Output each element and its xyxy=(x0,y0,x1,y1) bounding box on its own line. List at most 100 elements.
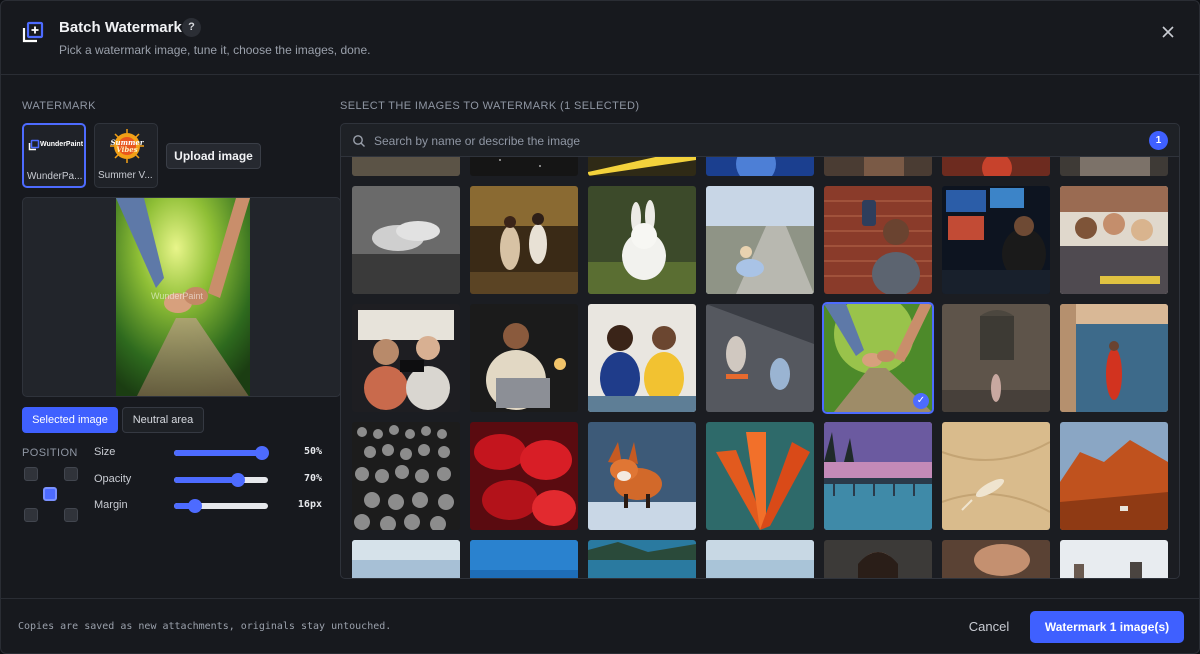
watermark-option-name: WunderPa... xyxy=(27,171,83,182)
image-tile-friends-on-bench[interactable] xyxy=(588,304,696,412)
image-tile-fox[interactable] xyxy=(588,422,696,530)
image-thumbnail xyxy=(942,304,1050,412)
image-tile-partial-bottom-7[interactable] xyxy=(1060,540,1168,578)
image-thumbnail xyxy=(588,304,696,412)
image-search-box: 1 xyxy=(340,123,1180,157)
upload-image-button[interactable]: Upload image xyxy=(166,143,261,169)
opacity-slider-thumb[interactable] xyxy=(231,473,245,487)
image-tile-pier-sunset[interactable] xyxy=(824,422,932,530)
image-thumbnail xyxy=(588,157,696,176)
image-tile-partial-bottom-2[interactable] xyxy=(470,540,578,578)
image-tile-skaters[interactable] xyxy=(706,304,814,412)
image-thumbnail xyxy=(1060,422,1168,530)
position-bottom-left[interactable] xyxy=(24,508,38,522)
dialog-subtitle: Pick a watermark image, tune it, choose … xyxy=(59,43,371,57)
image-thumbnail xyxy=(352,157,460,176)
cancel-button[interactable]: Cancel xyxy=(956,612,1022,642)
image-tile-partial-top-4[interactable] xyxy=(706,157,814,176)
image-tile-partial-bottom-3[interactable] xyxy=(588,540,696,578)
image-tile-man-at-computer[interactable] xyxy=(942,186,1050,294)
image-tile-orange-flower[interactable] xyxy=(706,422,814,530)
watermark-section-label: WATERMARK xyxy=(22,100,96,112)
close-icon[interactable] xyxy=(1159,23,1177,41)
image-tile-red-petals[interactable] xyxy=(470,422,578,530)
image-tile-dancing-couple[interactable] xyxy=(470,186,578,294)
watermark-preview: WunderPaint xyxy=(22,197,341,397)
image-tile-crowd[interactable] xyxy=(352,422,460,530)
watermark-app-icon xyxy=(22,21,44,43)
image-thumbnail xyxy=(824,540,932,578)
image-tile-partial-bottom-4[interactable] xyxy=(706,540,814,578)
image-tile-group-selfie[interactable] xyxy=(1060,186,1168,294)
image-tile-partial-top-6[interactable] xyxy=(942,157,1050,176)
image-thumbnail xyxy=(470,304,578,412)
size-slider-thumb[interactable] xyxy=(255,446,269,460)
watermark-option-summer-vibes[interactable]: Summer Vibes Summer V... xyxy=(94,123,158,188)
position-label: POSITION xyxy=(22,447,78,459)
image-tile-holding-hands-path[interactable]: ✓ xyxy=(822,302,934,414)
margin-slider[interactable] xyxy=(174,499,268,513)
dialog-title: Batch Watermark xyxy=(59,19,182,36)
margin-slider-thumb[interactable] xyxy=(188,499,202,513)
margin-value: 16px xyxy=(297,499,322,510)
tab-neutral-area[interactable]: Neutral area xyxy=(122,407,204,433)
image-tile-partial-top-7[interactable] xyxy=(1060,157,1168,176)
size-slider[interactable] xyxy=(174,446,269,460)
size-value: 50% xyxy=(303,446,322,457)
svg-text:Vibes: Vibes xyxy=(116,145,137,154)
image-thumbnail xyxy=(352,540,460,578)
image-tile-woman-red-dress[interactable] xyxy=(1060,304,1168,412)
watermark-option-name: Summer V... xyxy=(98,170,153,181)
image-thumbnail xyxy=(470,540,578,578)
image-tile-holding-hands-bw[interactable] xyxy=(352,186,460,294)
image-thumbnail xyxy=(706,186,814,294)
margin-label: Margin xyxy=(94,499,128,511)
image-tile-partial-top-3[interactable] xyxy=(588,157,696,176)
summer-vibes-logo-icon: Summer Vibes xyxy=(110,129,145,163)
image-thumbnail xyxy=(1060,304,1168,412)
watermark-images-button[interactable]: Watermark 1 image(s) xyxy=(1030,611,1184,643)
image-tile-woman-on-road[interactable] xyxy=(706,186,814,294)
help-button[interactable]: ? xyxy=(182,18,201,37)
image-tile-partial-top-2[interactable] xyxy=(470,157,578,176)
footer-note: Copies are saved as new attachments, ori… xyxy=(18,621,392,632)
image-thumbnail xyxy=(352,304,460,412)
checkmark-icon: ✓ xyxy=(913,393,929,409)
position-bottom-right[interactable] xyxy=(64,508,78,522)
dialog-footer: Copies are saved as new attachments, ori… xyxy=(1,598,1199,653)
image-tile-partial-top-1[interactable] xyxy=(352,157,460,176)
image-thumbnail xyxy=(588,422,696,530)
image-tile-red-rocks[interactable] xyxy=(1060,422,1168,530)
image-thumbnail xyxy=(470,422,578,530)
tab-selected-image[interactable]: Selected image xyxy=(22,407,118,433)
image-thumbnail xyxy=(470,157,578,176)
image-tile-partial-top-5[interactable] xyxy=(824,157,932,176)
image-grid: ✓ xyxy=(340,157,1180,579)
image-thumbnail xyxy=(706,540,814,578)
wunderpaint-logo-icon xyxy=(28,139,40,151)
opacity-label: Opacity xyxy=(94,473,132,485)
image-tile-white-rabbit[interactable] xyxy=(588,186,696,294)
image-thumbnail xyxy=(942,540,1050,578)
opacity-slider[interactable] xyxy=(174,473,268,487)
image-tile-selfie-brick-wall[interactable] xyxy=(824,186,932,294)
image-tile-woman-by-wall[interactable] xyxy=(942,304,1050,412)
position-top-right[interactable] xyxy=(64,467,78,481)
position-center[interactable] xyxy=(43,487,57,501)
watermark-option-wunderpaint[interactable]: WunderPaint WunderPa... xyxy=(22,123,86,188)
image-search-input[interactable] xyxy=(374,131,1074,151)
preview-watermark-overlay: WunderPaint xyxy=(151,291,203,301)
image-tile-lizard-sand[interactable] xyxy=(942,422,1050,530)
image-thumbnail xyxy=(942,157,1050,176)
image-tile-partial-bottom-6[interactable] xyxy=(942,540,1050,578)
image-thumbnail xyxy=(706,157,814,176)
image-tile-woman-with-laptop[interactable] xyxy=(470,304,578,412)
search-icon xyxy=(353,135,365,147)
image-tile-partial-bottom-5[interactable] xyxy=(824,540,932,578)
image-tile-partial-bottom-1[interactable] xyxy=(352,540,460,578)
image-thumbnail xyxy=(942,186,1050,294)
image-tile-friends-in-car[interactable] xyxy=(352,304,460,412)
image-thumbnail xyxy=(352,422,460,530)
image-thumbnail xyxy=(706,304,814,412)
position-top-left[interactable] xyxy=(24,467,38,481)
